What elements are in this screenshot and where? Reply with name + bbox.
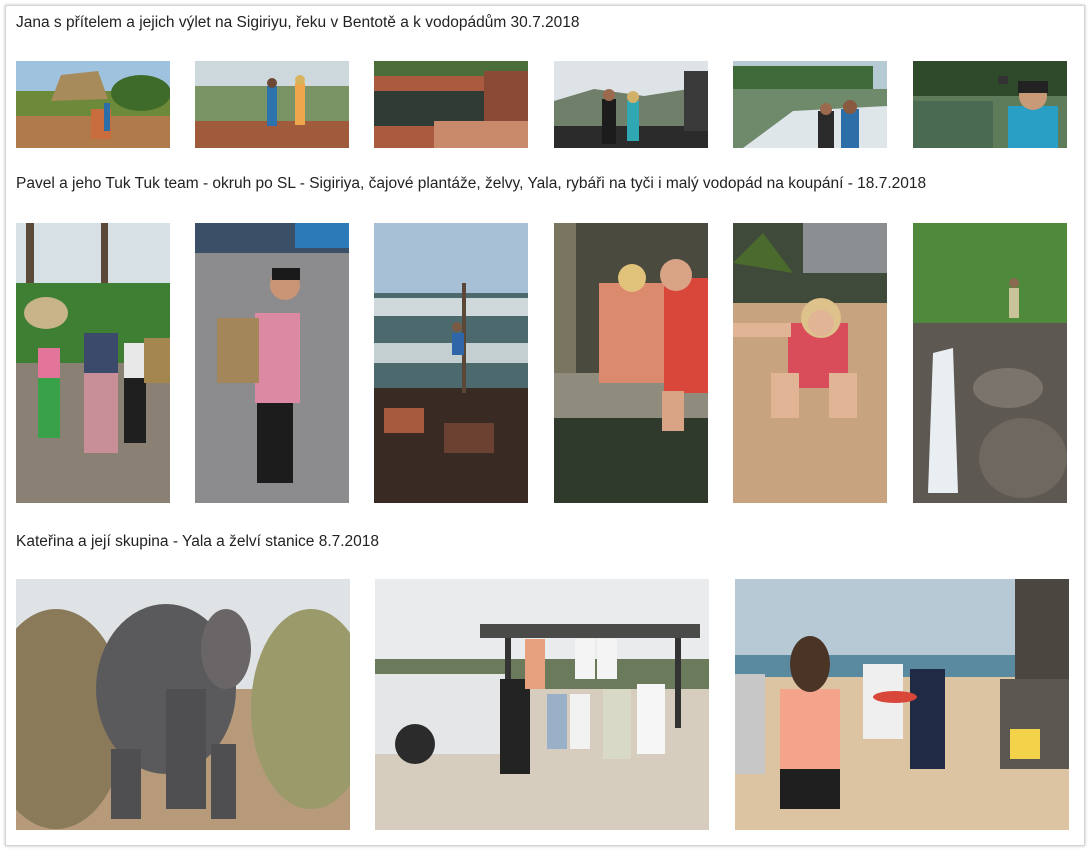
- section-title: Pavel a jeho Tuk Tuk team - okruh po SL …: [16, 175, 927, 192]
- photo-thumbnail-girl-on-beach[interactable]: [733, 223, 887, 503]
- photo-thumbnail-ancient-pool[interactable]: [374, 61, 528, 148]
- photo-thumbnail-elephant[interactable]: [16, 579, 350, 830]
- photo-thumbnail-safari-jeep-group[interactable]: [375, 579, 709, 830]
- section-title: Jana s přítelem a jejich výlet na Sigiri…: [16, 14, 580, 31]
- photo-thumbnail-sigiriya-rock[interactable]: [16, 61, 170, 148]
- photo-thumbnail-beach-group[interactable]: [735, 579, 1069, 830]
- photo-thumbnail-river-boat[interactable]: [733, 61, 887, 148]
- photo-thumbnail-hill-viewpoint[interactable]: [195, 61, 349, 148]
- gallery-page: Jana s přítelem a jejich výlet na Sigiri…: [5, 5, 1085, 846]
- photo-thumbnail-tea-pickers[interactable]: [16, 223, 170, 503]
- photo-thumbnail-couple-balcony[interactable]: [554, 61, 708, 148]
- photo-thumbnail-stilt-fisherman[interactable]: [374, 223, 528, 503]
- photo-thumbnail-waterfall[interactable]: [913, 223, 1067, 503]
- section-title: Kateřina a její skupina - Yala a želví s…: [16, 533, 380, 550]
- photo-thumbnail-boat-selfie[interactable]: [913, 61, 1067, 148]
- photo-thumbnail-woman-with-basket[interactable]: [195, 223, 349, 503]
- photo-thumbnail-turtle-tank[interactable]: [554, 223, 708, 503]
